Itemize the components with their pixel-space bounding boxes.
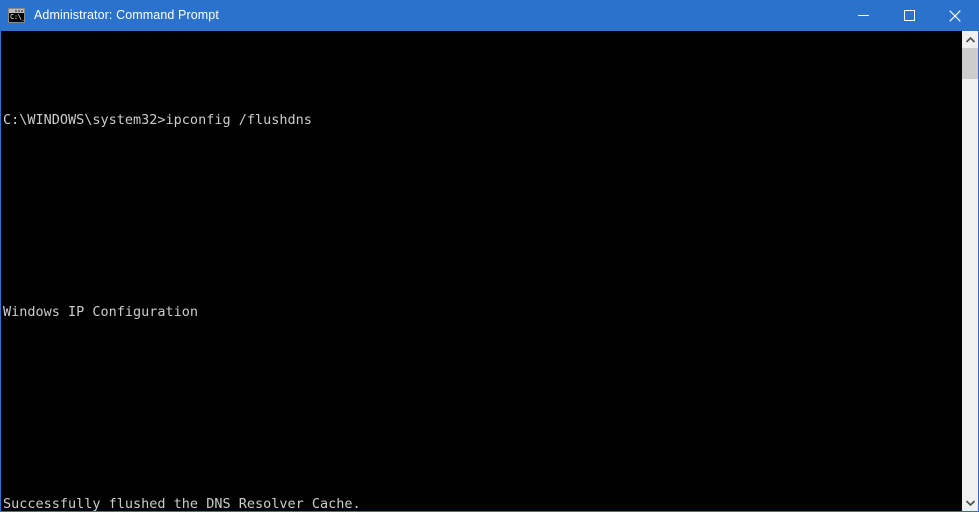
console-line: Successfully flushed the DNS Resolver Ca… (3, 496, 361, 511)
console-output-area[interactable]: C:\WINDOWS\system32>ipconfig /flushdns W… (1, 31, 961, 511)
scroll-up-icon[interactable] (962, 31, 978, 48)
scrollbar-thumb[interactable] (962, 48, 978, 79)
command-prompt-icon: C:\_ (8, 8, 25, 23)
scrollbar-track[interactable] (962, 48, 978, 494)
minimize-button[interactable] (840, 0, 886, 31)
icon-screen-text: C:\_ (9, 13, 24, 22)
title-bar[interactable]: C:\_ Administrator: Command Prompt (1, 0, 978, 31)
maximize-button[interactable] (886, 0, 932, 31)
close-button[interactable] (932, 0, 978, 31)
vertical-scrollbar[interactable] (961, 31, 978, 511)
window-controls (840, 0, 978, 31)
icon-control-dots (15, 10, 23, 12)
command-prompt-window: C:\_ Administrator: Command Prompt C:\WI… (0, 0, 979, 512)
window-title: Administrator: Command Prompt (34, 8, 219, 22)
console-line: C:\WINDOWS\system32>ipconfig /flushdns (3, 112, 312, 128)
console-line: Windows IP Configuration (3, 304, 199, 320)
scroll-down-icon[interactable] (962, 494, 978, 511)
window-body: C:\WINDOWS\system32>ipconfig /flushdns W… (1, 31, 978, 511)
console-lines: C:\WINDOWS\system32>ipconfig /flushdns W… (3, 40, 961, 511)
